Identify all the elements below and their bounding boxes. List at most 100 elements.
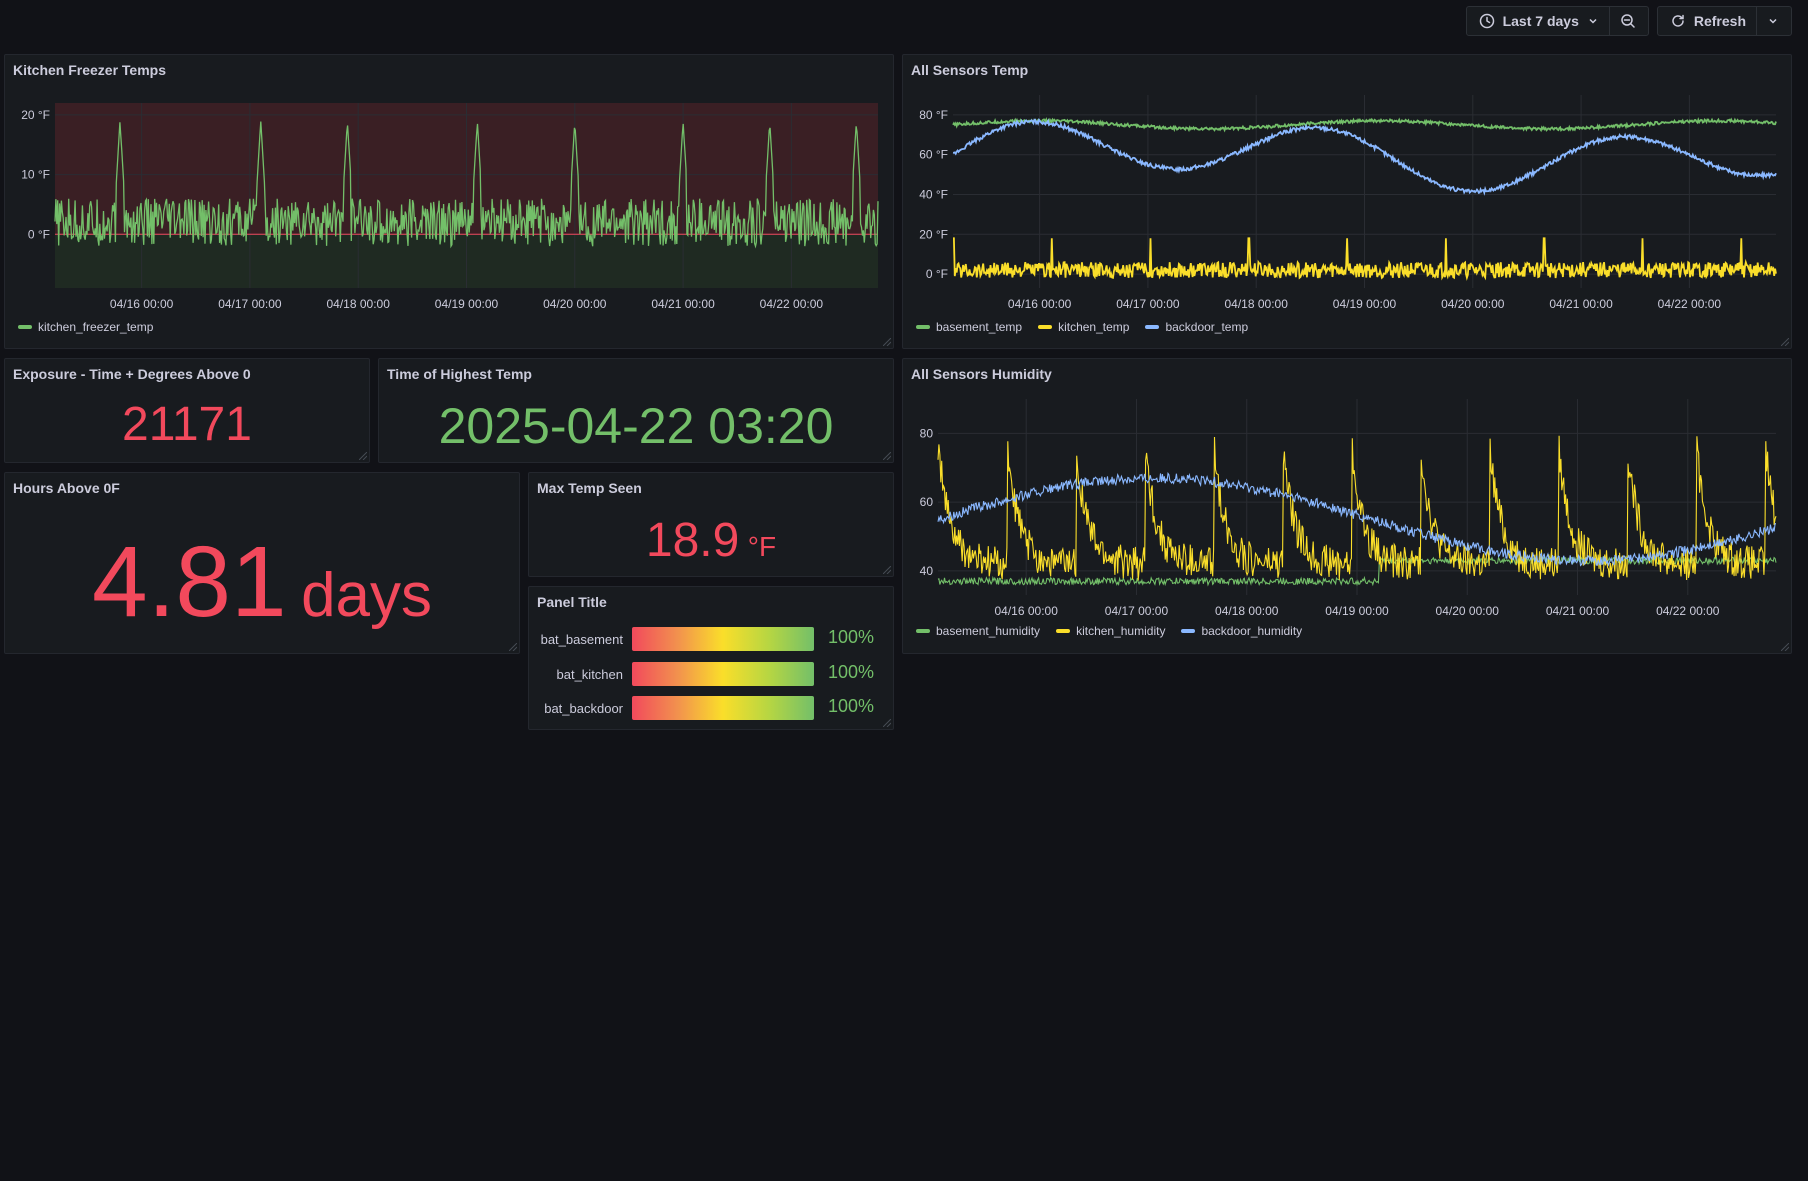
x-tick-label: 04/21 00:00 — [1549, 297, 1613, 311]
panel-title: Exposure - Time + Degrees Above 0 — [13, 366, 251, 382]
y-tick-label: 80 °F — [919, 108, 948, 122]
y-tick-label: 20 °F — [21, 108, 50, 122]
chevron-down-icon — [1583, 7, 1603, 35]
refresh-button[interactable]: Refresh — [1690, 7, 1750, 35]
legend-swatch — [916, 325, 930, 329]
x-tick-label: 04/22 00:00 — [1656, 604, 1720, 618]
clock-icon — [1475, 7, 1499, 35]
x-tick-label: 04/16 00:00 — [995, 604, 1059, 618]
x-tick-label: 04/20 00:00 — [543, 297, 607, 311]
resize-handle-icon[interactable] — [509, 643, 517, 651]
resize-handle-icon[interactable] — [883, 452, 891, 460]
x-tick-label: 04/22 00:00 — [1658, 297, 1722, 311]
zoom-out-icon[interactable] — [1616, 7, 1640, 35]
panel-title: Hours Above 0F — [13, 480, 120, 496]
gauge-row: bat_backdoor 100% — [529, 696, 893, 722]
panel-kitchen-freezer-temps[interactable]: Kitchen Freezer Temps 20 °F 10 °F 0 °F 04/1… — [4, 54, 894, 349]
legend-label: backdoor_humidity — [1201, 624, 1303, 638]
x-tick-label: 04/19 00:00 — [1333, 297, 1397, 311]
stat-unit: days — [301, 561, 433, 630]
panel-title: Time of Highest Temp — [387, 366, 532, 382]
gauge-row: bat_kitchen 100% — [529, 662, 893, 688]
y-tick-label: 60 — [920, 495, 934, 509]
legend-swatch — [18, 325, 32, 329]
legend-swatch — [1145, 325, 1160, 329]
humidity-chart[interactable]: 80 60 40 04/16 00:00 04/17 00:00 04/18 00:00 0… — [903, 359, 1791, 653]
x-tick-label: 04/17 00:00 — [218, 297, 282, 311]
x-tick-label: 04/20 00:00 — [1441, 297, 1505, 311]
y-tick-label: 40 °F — [919, 187, 948, 201]
gauge-label: bat_kitchen — [556, 667, 624, 682]
legend-label: kitchen_temp — [1058, 320, 1130, 334]
freezer-temp-chart[interactable]: 20 °F 10 °F 0 °F 04/16 00:00 04/17 00:00 04/1… — [5, 55, 893, 348]
gauge-value: 100% — [828, 662, 875, 682]
panel-time-of-highest-temp[interactable]: Time of Highest Temp 2025-04-22 03:20 — [378, 358, 894, 463]
legend-item[interactable]: backdoor_temp — [1145, 320, 1248, 334]
panel-all-sensors-temp[interactable]: All Sensors Temp 80 °F 60 °F 40 °F 20 °F 0 °… — [902, 54, 1792, 349]
y-tick-label: 60 °F — [919, 148, 948, 162]
stat-value-group: 4.81 days — [5, 525, 519, 640]
panel-max-temp-seen[interactable]: Max Temp Seen 18.9 °F — [528, 472, 894, 577]
legend-item[interactable]: basement_humidity — [916, 624, 1040, 638]
resize-handle-icon[interactable] — [883, 566, 891, 574]
legend-swatch — [916, 629, 930, 633]
x-tick-label: 04/19 00:00 — [435, 297, 499, 311]
y-tick-label: 40 — [920, 564, 934, 578]
chart-legend: basement_temp kitchen_temp backdoor_temp — [916, 320, 1248, 334]
resize-handle-icon[interactable] — [359, 452, 367, 460]
panel-battery-gauge[interactable]: Panel Title bat_basement 100% bat_kitche… — [528, 586, 894, 730]
gauge-bar — [632, 662, 814, 686]
all-temp-chart[interactable]: 80 °F 60 °F 40 °F 20 °F 0 °F 04/16 00:00 04/17… — [903, 55, 1791, 348]
time-range-picker[interactable]: Last 7 days — [1465, 6, 1649, 36]
x-tick-label: 04/18 00:00 — [1215, 604, 1279, 618]
refresh-button-group: Refresh — [1656, 6, 1792, 36]
panel-exposure[interactable]: Exposure - Time + Degrees Above 0 21171 — [4, 358, 370, 463]
legend-item[interactable]: kitchen_freezer_temp — [18, 320, 153, 334]
legend-item[interactable]: backdoor_humidity — [1181, 624, 1302, 638]
y-tick-label: 0 °F — [28, 227, 50, 241]
legend-label: kitchen_freezer_temp — [38, 320, 154, 334]
x-tick-label: 04/22 00:00 — [760, 297, 824, 311]
stat-value: 21171 — [122, 398, 252, 451]
legend-label: basement_humidity — [936, 624, 1041, 638]
x-tick-label: 04/16 00:00 — [1008, 297, 1072, 311]
resize-handle-icon[interactable] — [883, 338, 891, 346]
chart-legend: kitchen_freezer_temp — [18, 320, 153, 334]
refresh-icon — [1666, 7, 1690, 35]
resize-handle-icon[interactable] — [1781, 643, 1789, 651]
legend-swatch — [1056, 629, 1071, 633]
resize-handle-icon[interactable] — [1781, 338, 1789, 346]
legend-item[interactable]: kitchen_temp — [1038, 320, 1129, 334]
stat-unit: °F — [747, 531, 777, 562]
gauge-value: 100% — [828, 696, 875, 716]
x-tick-label: 04/18 00:00 — [327, 297, 391, 311]
stat-value-group: 18.9 °F — [529, 513, 893, 568]
legend-item[interactable]: basement_temp — [916, 320, 1022, 334]
resize-handle-icon[interactable] — [883, 719, 891, 727]
stat-value: 2025-04-22 03:20 — [438, 398, 834, 454]
legend-item[interactable]: kitchen_humidity — [1056, 624, 1165, 638]
legend-label: kitchen_humidity — [1076, 624, 1166, 638]
x-tick-label: 04/21 00:00 — [651, 297, 715, 311]
gauge-bar — [632, 627, 814, 651]
legend-swatch — [1181, 629, 1196, 633]
x-tick-label: 04/21 00:00 — [1546, 604, 1610, 618]
dashboard-toolbar: Last 7 days Refresh — [1465, 6, 1792, 38]
gauge-label: bat_backdoor — [544, 701, 623, 716]
panel-hours-above-0f[interactable]: Hours Above 0F 4.81 days — [4, 472, 520, 654]
gauge-label: bat_basement — [540, 632, 623, 647]
stat-value: 18.9 — [645, 514, 740, 567]
legend-label: basement_temp — [936, 320, 1023, 334]
legend-label: backdoor_temp — [1165, 320, 1249, 334]
stat-value: 4.81 — [91, 526, 287, 638]
legend-swatch — [1038, 325, 1053, 329]
x-tick-label: 04/18 00:00 — [1225, 297, 1289, 311]
panel-title: Panel Title — [537, 594, 607, 610]
y-tick-label: 20 °F — [919, 227, 948, 241]
y-tick-label: 10 °F — [21, 168, 50, 182]
refresh-interval-chevron-icon[interactable] — [1763, 7, 1783, 35]
x-tick-label: 04/17 00:00 — [1116, 297, 1180, 311]
divider — [1608, 6, 1610, 36]
panel-all-sensors-humidity[interactable]: All Sensors Humidity 80 60 40 04/16 00:00 04… — [902, 358, 1792, 654]
x-tick-label: 04/19 00:00 — [1325, 604, 1389, 618]
